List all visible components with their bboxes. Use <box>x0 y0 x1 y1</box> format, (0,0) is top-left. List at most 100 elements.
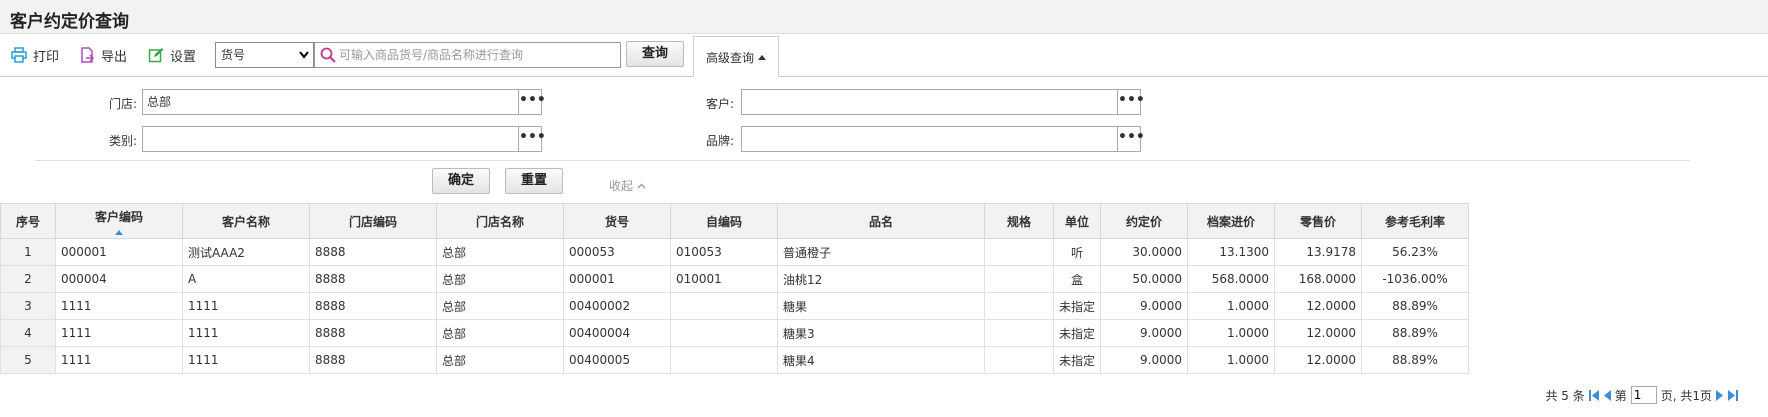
table-cell: 000001 <box>563 265 671 293</box>
table-cell: 00400002 <box>563 292 671 320</box>
category-field[interactable] <box>142 126 519 152</box>
column-header[interactable]: 约定价 <box>1100 203 1189 239</box>
query-button[interactable]: 查询 <box>626 41 684 67</box>
table-cell: 88.89% <box>1361 319 1470 347</box>
table-cell: 1111 <box>55 319 183 347</box>
table-cell: 8888 <box>309 265 437 293</box>
table-cell: 1.0000 <box>1187 292 1276 320</box>
page-suffix: 页, 共1页 <box>1660 388 1712 403</box>
table-cell <box>984 265 1054 293</box>
category-label: 类别: <box>109 134 138 148</box>
table-cell: 1111 <box>182 346 310 374</box>
table-cell <box>670 346 778 374</box>
total-count: 共 5 条 <box>1545 388 1585 403</box>
table-cell: 168.0000 <box>1274 265 1363 293</box>
next-page-icon[interactable] <box>1716 389 1724 401</box>
table-cell: 000001 <box>55 238 183 266</box>
table-cell: 糖果4 <box>777 346 985 374</box>
table-cell <box>984 346 1054 374</box>
store-field[interactable]: 总部 <box>142 89 519 115</box>
settings-button[interactable]: 设置 <box>148 45 196 65</box>
column-header[interactable]: 货号 <box>563 203 671 239</box>
column-header[interactable]: 零售价 <box>1274 203 1363 239</box>
filter-divider <box>35 160 1690 161</box>
table-cell: 00400004 <box>563 319 671 347</box>
column-header[interactable]: 序号 <box>0 203 56 239</box>
table-cell: 12.0000 <box>1274 319 1363 347</box>
table-cell: 9.0000 <box>1100 292 1189 320</box>
print-button[interactable]: 打印 <box>11 45 59 65</box>
table-row[interactable]: 5 1111 1111 8888 总部 00400005 糖果4 未指定 9.0000 1.000… <box>0 346 1470 374</box>
column-header[interactable]: 客户名称 <box>182 203 310 239</box>
page-prefix: 第 <box>1614 388 1627 403</box>
category-picker-button[interactable]: ••• <box>518 126 546 152</box>
column-header[interactable]: 自编码 <box>670 203 778 239</box>
table-row[interactable]: 3 1111 1111 8888 总部 00400002 糖果 未指定 9.0000 1.0000… <box>0 292 1470 320</box>
table-cell: 1.0000 <box>1187 346 1276 374</box>
table-row[interactable]: 2 000004 A 8888 总部 000001 010001 油桃12 盒 50.0000 56… <box>0 265 1470 293</box>
table-cell: A <box>182 265 310 293</box>
column-header[interactable]: 档案进价 <box>1187 203 1276 239</box>
table-cell: 9.0000 <box>1100 319 1189 347</box>
column-header[interactable]: 品名 <box>777 203 985 239</box>
table-cell: 13.1300 <box>1187 238 1276 266</box>
column-header[interactable]: 门店名称 <box>436 203 564 239</box>
table-cell: 12.0000 <box>1274 292 1363 320</box>
column-header[interactable]: 客户编码 <box>55 203 183 239</box>
customer-picker-button[interactable]: ••• <box>1117 89 1145 115</box>
column-header[interactable]: 参考毛利率 <box>1361 203 1470 239</box>
column-header[interactable]: 单位 <box>1052 203 1102 239</box>
last-page-icon[interactable] <box>1728 389 1738 401</box>
table-cell: 4 <box>0 319 56 347</box>
table-cell: 1111 <box>182 319 310 347</box>
search-input[interactable] <box>339 45 615 65</box>
column-header[interactable]: 规格 <box>984 203 1054 239</box>
table-cell: 30.0000 <box>1100 238 1189 266</box>
page-title: 客户约定价查询 <box>10 12 129 32</box>
table-cell: 010001 <box>670 265 778 293</box>
table-cell: 8888 <box>309 292 437 320</box>
table-cell <box>670 319 778 347</box>
prev-page-icon[interactable] <box>1603 389 1611 401</box>
table-body: 1 000001 测试AAA2 8888 总部 000053 010053 普通橙子听 30.0… <box>0 238 1470 374</box>
table-row[interactable]: 1 000001 测试AAA2 8888 总部 000053 010053 普通橙子 听 30.0… <box>0 238 1470 266</box>
first-page-icon[interactable] <box>1588 389 1599 401</box>
collapse-label: 收起 <box>609 179 634 193</box>
table-cell: 未指定 <box>1052 292 1102 320</box>
store-picker-button[interactable]: ••• <box>518 89 546 115</box>
table-cell: 568.0000 <box>1187 265 1276 293</box>
advanced-query-label: 高级查询 <box>705 50 754 65</box>
table-cell: 总部 <box>436 265 564 293</box>
table-cell <box>670 292 778 320</box>
pagination: 共 5 条 第 页, 共1页 <box>1545 386 1738 404</box>
brand-picker-button[interactable]: ••• <box>1117 126 1145 152</box>
export-icon <box>81 47 95 63</box>
customer-field[interactable] <box>741 89 1118 115</box>
reset-button[interactable]: 重置 <box>505 168 563 194</box>
table-cell: 8888 <box>309 238 437 266</box>
page-number-input[interactable] <box>1630 386 1657 404</box>
table-cell: 1111 <box>182 292 310 320</box>
table-cell: 总部 <box>436 292 564 320</box>
settings-icon <box>148 48 164 63</box>
table-cell: 总部 <box>436 346 564 374</box>
table-row[interactable]: 4 1111 1111 8888 总部 00400004 糖果3 未指定 9.0000 1.000… <box>0 319 1470 347</box>
export-button[interactable]: 导出 <box>79 45 127 65</box>
search-field-select-value: 货号 <box>221 48 246 62</box>
column-header[interactable]: 门店编码 <box>309 203 437 239</box>
title-bar: 客户约定价查询 <box>0 0 1768 34</box>
confirm-button[interactable]: 确定 <box>432 168 490 194</box>
advanced-query-tab[interactable]: 高级查询 <box>693 36 779 78</box>
table-cell: 盒 <box>1052 265 1102 293</box>
store-label: 门店: <box>109 97 138 111</box>
table-cell <box>984 238 1054 266</box>
toolbar: 打印 导出 设置 货号 查询 高级查询 <box>0 34 1768 78</box>
printer-icon <box>11 47 27 63</box>
brand-field[interactable] <box>741 126 1118 152</box>
collapse-toggle[interactable]: 收起 <box>609 177 646 194</box>
print-label: 打印 <box>33 49 60 65</box>
settings-label: 设置 <box>170 49 197 65</box>
search-field-select[interactable]: 货号 <box>215 42 314 68</box>
table-cell: 56.23% <box>1361 238 1470 266</box>
table-cell: 普通橙子 <box>777 238 985 266</box>
